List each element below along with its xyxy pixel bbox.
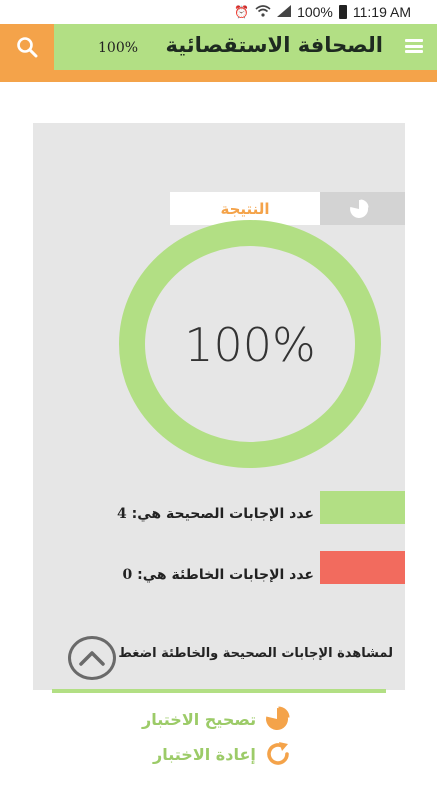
- status-time: 11:19 AM: [352, 4, 411, 20]
- page-title: الصحافة الاستقصائية: [165, 33, 383, 57]
- retry-quiz-button[interactable]: إعادة الاختبار: [153, 740, 292, 768]
- tab-result-label: النتيجة: [220, 199, 270, 218]
- correct-quiz-button[interactable]: تصحيح الاختبار: [142, 706, 290, 732]
- correct-answers-value: 4: [117, 506, 127, 522]
- menu-icon[interactable]: [405, 39, 423, 53]
- correct-quiz-label: تصحيح الاختبار: [142, 709, 257, 729]
- battery-percent: 100%: [297, 4, 333, 20]
- chevron-up-icon: [79, 651, 105, 666]
- score-percentage: 100%: [184, 318, 316, 372]
- correct-answers-label: عدد الإجابات الصحيحة هي:: [131, 506, 314, 522]
- signal-icon: [277, 4, 292, 20]
- bottom-area: [0, 782, 437, 800]
- pie-chart-icon: [266, 706, 290, 730]
- wrong-answers-value: 0: [122, 567, 133, 583]
- wifi-icon: [255, 4, 271, 20]
- search-button[interactable]: [0, 24, 54, 70]
- view-answers-hint: لمشاهدة الإجابات الصحيحة والخاطئة اضغط ه…: [94, 646, 393, 661]
- correct-answers-stat: عدد الإجابات الصحيحة هي: 4: [117, 506, 314, 522]
- wrong-answers-label: عدد الإجابات الخاطئة هي:: [137, 567, 314, 583]
- divider-line: [52, 689, 386, 693]
- status-bar: ⏰ 100% 11:19 AM: [0, 0, 437, 24]
- wrong-answers-stat: عدد الإجابات الخاطئة هي: 0: [123, 567, 315, 583]
- retry-quiz-label: إعادة الاختبار: [153, 744, 256, 764]
- battery-icon: [338, 5, 347, 19]
- score-label: 100%: [98, 40, 139, 56]
- pie-chart-icon: [350, 199, 369, 218]
- correct-color-swatch: [320, 491, 405, 524]
- app-bar-accent-strip: [0, 70, 437, 82]
- status-icons: ⏰ 100% 11:19 AM: [234, 4, 411, 20]
- search-icon: [17, 37, 38, 58]
- alarm-icon: ⏰: [234, 5, 250, 19]
- view-answers-button[interactable]: [68, 636, 116, 680]
- wrong-color-swatch: [320, 551, 405, 584]
- refresh-icon: [267, 742, 289, 765]
